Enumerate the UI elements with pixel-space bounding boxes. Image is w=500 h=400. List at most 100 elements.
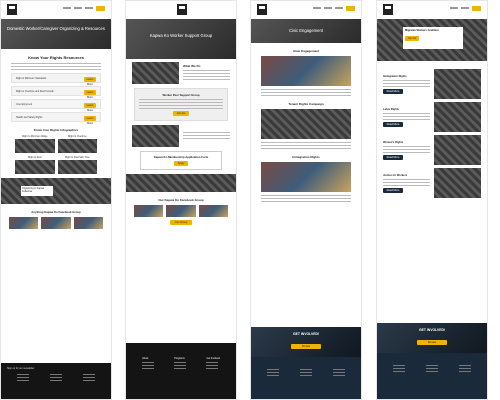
join-group-button[interactable]: Join Group bbox=[170, 220, 192, 225]
learn-more-button[interactable]: Learn More bbox=[84, 115, 96, 125]
footer-col bbox=[393, 365, 406, 374]
join-button[interactable] bbox=[472, 6, 481, 11]
peer-support bbox=[132, 125, 230, 147]
fb-post-image[interactable] bbox=[9, 217, 39, 229]
what-we-do-image bbox=[132, 62, 179, 84]
read-more-button[interactable]: Read More bbox=[383, 121, 403, 127]
read-more-button[interactable]: Read More bbox=[383, 88, 403, 94]
intro-text bbox=[11, 63, 101, 70]
peer-support-image bbox=[132, 125, 179, 147]
hero-banner: Domestic Worker/Caregiver Organizing & R… bbox=[1, 19, 111, 49]
hero-title: Migrante Workers Coalition bbox=[405, 29, 439, 32]
what-we-do: What We Do bbox=[132, 62, 230, 84]
logo[interactable] bbox=[7, 4, 17, 15]
feature-title: Justice for Workers bbox=[383, 173, 408, 177]
banner-card: Organizing in Kapwa Kollective bbox=[21, 186, 53, 196]
resource-label: Unemployment bbox=[16, 103, 33, 106]
learn-more-button[interactable]: Learn More bbox=[84, 102, 96, 112]
section-title: Immigration Rights bbox=[292, 155, 320, 159]
read-more-button[interactable]: Read More bbox=[383, 154, 403, 160]
nav-link[interactable] bbox=[74, 7, 82, 9]
nav-link[interactable] bbox=[63, 7, 71, 9]
section-text bbox=[261, 89, 351, 96]
logo[interactable] bbox=[177, 4, 187, 15]
resource-card: Unemployment Learn More bbox=[11, 99, 101, 112]
footer: About Programs Get Involved bbox=[126, 343, 236, 399]
infographic-item[interactable]: Right to Rest bbox=[15, 156, 55, 174]
fb-group-title: Our Kapwa Ko Facebook Group bbox=[158, 198, 204, 202]
section-text bbox=[261, 142, 351, 149]
fb-post-image[interactable] bbox=[166, 205, 196, 217]
fb-post-image[interactable] bbox=[134, 205, 164, 217]
nav-link[interactable] bbox=[324, 7, 332, 9]
immigration-rights-image bbox=[261, 162, 351, 192]
get-involved-title: GET INVOLVED! bbox=[418, 328, 446, 332]
resource-card: Right to Overtime and Rest Periods Learn… bbox=[11, 86, 101, 99]
nav-links bbox=[450, 6, 481, 11]
support-group-title: Worker Peer Support Group bbox=[162, 93, 200, 97]
donate-button[interactable]: Donate bbox=[417, 340, 447, 345]
footer-columns: About Programs Get Involved bbox=[126, 343, 236, 375]
nav-link[interactable] bbox=[461, 7, 469, 9]
fb-post-image[interactable] bbox=[41, 217, 71, 229]
group-photo bbox=[126, 174, 236, 192]
read-more-button[interactable]: Read More bbox=[383, 187, 403, 193]
infographic-title: Right to Minimum Wage bbox=[22, 135, 48, 138]
section-title: Know Your Rights Resources bbox=[28, 55, 84, 60]
fb-post-image[interactable] bbox=[73, 217, 103, 229]
hero-title: Kapwa Ko Worker Support Group bbox=[149, 33, 213, 38]
resource-card: Health and Safety Rights Learn More bbox=[11, 112, 101, 125]
footer-col bbox=[458, 365, 471, 374]
logo[interactable] bbox=[257, 4, 267, 15]
join-button[interactable] bbox=[96, 6, 105, 11]
footer-columns bbox=[251, 357, 361, 382]
feature-row: Justice for Workers Read More bbox=[383, 168, 481, 198]
footer-heading: About bbox=[142, 357, 149, 360]
join-us-button[interactable]: Join Us bbox=[405, 36, 419, 41]
footer-col bbox=[299, 369, 312, 378]
infographic-image bbox=[57, 139, 97, 153]
join-us-button[interactable]: Join Us bbox=[173, 111, 189, 116]
top-nav bbox=[126, 1, 236, 19]
section-text bbox=[261, 195, 351, 202]
grid-title: Know Your Rights Infographics bbox=[33, 128, 79, 132]
infographic-image bbox=[15, 160, 55, 174]
infographic-image bbox=[15, 139, 55, 153]
infographic-item[interactable]: Right to Paid Sick Time bbox=[57, 156, 97, 174]
footer-columns bbox=[1, 370, 111, 387]
footer-col bbox=[49, 374, 62, 383]
infographic-item[interactable]: Right to Overtime bbox=[57, 135, 97, 153]
infographic-image bbox=[57, 160, 97, 174]
hero-banner: Migrante Workers Coalition Join Us bbox=[377, 19, 487, 61]
nav-link[interactable] bbox=[85, 7, 93, 9]
nav-link[interactable] bbox=[450, 7, 458, 9]
join-button[interactable] bbox=[346, 6, 355, 11]
what-we-do-title: What We Do bbox=[183, 64, 201, 68]
footer-col: Programs bbox=[174, 357, 187, 371]
feature-title: Women's Rights bbox=[383, 140, 404, 144]
top-nav bbox=[251, 1, 361, 19]
resource-label: Right to Minimum Standards bbox=[16, 77, 47, 80]
support-group-box: Worker Peer Support Group Join Us bbox=[134, 88, 228, 121]
resource-label: Health and Safety Rights bbox=[16, 116, 43, 119]
nav-link[interactable] bbox=[313, 7, 321, 9]
feature-image bbox=[434, 135, 481, 165]
learn-more-button[interactable]: Learn More bbox=[84, 76, 96, 86]
get-involved-section: GET INVOLVED! Donate bbox=[377, 323, 487, 353]
footer-col bbox=[425, 365, 438, 374]
infographic-title: Right to Paid Sick Time bbox=[64, 156, 90, 159]
infographic-title: Right to Rest bbox=[27, 156, 42, 159]
logo[interactable] bbox=[383, 4, 393, 15]
learn-more-button[interactable]: Learn More bbox=[84, 89, 96, 99]
feature-image bbox=[434, 168, 481, 198]
protest-banner-image: Organizing in Kapwa Kollective bbox=[1, 178, 111, 204]
infographic-item[interactable]: Right to Minimum Wage bbox=[15, 135, 55, 153]
footer-col: Get Involved bbox=[206, 357, 220, 371]
footer-col bbox=[17, 374, 30, 383]
donate-button[interactable]: Donate bbox=[291, 344, 321, 349]
fb-post-image[interactable] bbox=[198, 205, 228, 217]
feature-title: Labor Rights bbox=[383, 107, 399, 111]
apply-button[interactable]: Apply bbox=[174, 161, 188, 166]
nav-link[interactable] bbox=[335, 7, 343, 9]
footer-col bbox=[267, 369, 280, 378]
